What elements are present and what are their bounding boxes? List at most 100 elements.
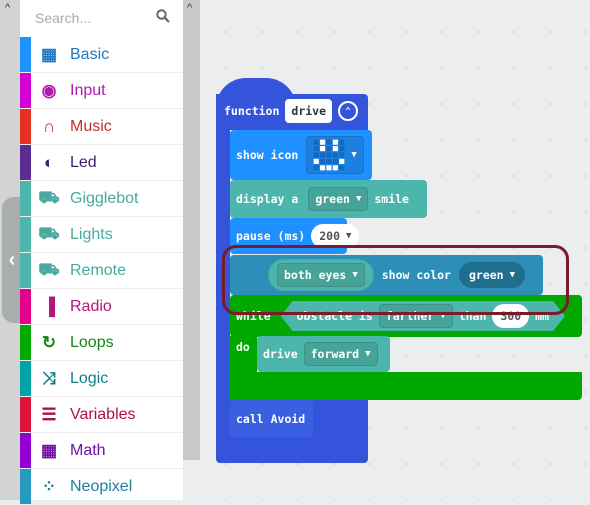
category-label: Logic [70,369,109,387]
led-pixel [320,139,326,145]
category-color-bar [20,253,31,288]
smile-icon [313,139,345,171]
block-label: smile [374,192,409,206]
chevron-up-icon[interactable]: ^ [187,2,192,14]
search-icon[interactable] [156,9,170,23]
grid-icon: ▦ [40,44,58,64]
highlight-annotation [222,245,569,315]
category-variables[interactable]: ☰ Variables [20,397,183,433]
block-label: show icon [236,148,299,162]
block-label: call Avoid [236,412,306,426]
dropdown-value: green [315,192,350,206]
category-color-bar [20,109,31,144]
category-radio[interactable]: ▐ Radio [20,289,183,325]
category-color-bar [20,145,31,180]
led-pixel [320,152,326,158]
display-smile-block[interactable]: display a green ▼ smile [230,180,427,218]
category-color-bar [20,325,31,360]
category-logic[interactable]: ⤨ Logic [20,361,183,397]
led-pixel [313,146,320,152]
category-music[interactable]: ∩ Music [20,109,183,145]
category-remote[interactable]: ⛟ Remote [20,253,183,289]
led-pixel [339,165,345,171]
category-color-bar [20,361,31,396]
category-label: Basic [70,45,110,63]
list-icon: ☰ [41,404,57,424]
truck-icon: ⛟ [38,187,60,207]
collapse-icon[interactable]: ⌃ [338,101,359,121]
led-pixel [339,158,345,164]
direction-dropdown[interactable]: forward ▼ [303,342,378,366]
block-label: pause (ms) [236,229,306,243]
chevron-up-icon[interactable]: ^ [5,2,10,14]
led-pixel [326,158,332,164]
function-name-field[interactable]: drive [285,99,333,123]
category-lights[interactable]: ⛟ Lights [20,217,183,253]
led-pixel [333,165,339,171]
dropdown-arrow-icon: ▼ [355,194,362,204]
category-label: Music [70,117,112,135]
led-pixel [326,165,332,171]
function-keyword: function [224,104,280,118]
category-label: Gigglebot [70,189,139,207]
chevron-left-icon: ‹ [8,248,16,271]
led-pixel [320,146,326,152]
shuffle-icon: ⤨ [42,368,56,388]
do-keyword: do [236,340,250,354]
category-color-bar [20,469,31,504]
category-label: Remote [70,261,127,279]
category-label: Radio [70,297,112,315]
led-pixel [333,146,339,152]
dropdown-arrow-icon: ▼ [351,150,357,160]
truck-icon: ⛟ [38,259,60,279]
toolbox: Search... ▦ Basic ◉ Input ∩ Music ◐ Led ⛟ Giggleb… [20,0,183,505]
category-color-bar [20,433,31,468]
dropdown-arrow-icon: ▼ [365,349,371,359]
category-label: Led [70,153,97,171]
led-pixel [339,146,345,152]
led-pixel [313,139,320,145]
led-pixel [339,139,345,145]
category-label: Variables [70,405,136,423]
category-gigglebot[interactable]: ⛟ Gigglebot [20,181,183,217]
color-dropdown[interactable]: green ▼ [308,187,369,211]
led-pixel [326,152,332,158]
show-icon-block[interactable]: show icon ▼ [230,130,372,180]
led-pixel [326,146,332,152]
led-pixel [333,158,339,164]
led-pixel [333,139,339,145]
refresh-icon: ↻ [41,332,57,352]
category-label: Math [70,441,106,459]
call-avoid-block[interactable]: call Avoid [230,400,313,438]
headphones-icon: ∩ [42,116,56,136]
category-loops[interactable]: ↻ Loops [20,325,183,361]
category-label: Neopixel [70,477,133,495]
toggle-icon: ◐ [43,152,55,172]
dropdown-arrow-icon: ▼ [346,231,352,241]
category-label: Input [70,81,106,99]
category-color-bar [20,73,31,108]
truck-icon: ⛟ [38,223,60,243]
category-color-bar [20,397,31,432]
block-label: display a [236,192,299,206]
dots-circle-icon: ⁘ [41,476,57,496]
category-label: Loops [70,333,114,351]
category-color-bar [20,37,31,72]
target-icon: ◉ [41,80,57,100]
search-input[interactable]: Search... [20,0,183,37]
category-led[interactable]: ◐ Led [20,145,183,181]
icon-picker[interactable]: ▼ [306,136,364,174]
collapse-toolbox-tab[interactable]: ‹ [2,197,22,323]
drive-block[interactable]: drive forward ▼ [257,336,390,372]
dropdown-value: forward [310,347,360,361]
led-pixel [313,158,320,164]
pause-value: 200 [319,229,341,243]
toolbox-scrollbar[interactable]: ^ [183,0,200,460]
category-input[interactable]: ◉ Input [20,73,183,109]
led-pixel [313,165,320,171]
category-math[interactable]: ▦ Math [20,433,183,469]
category-basic[interactable]: ▦ Basic [20,37,183,73]
led-pixel [320,158,326,164]
category-label: Lights [70,225,113,243]
signal-icon: ▐ [42,296,56,316]
